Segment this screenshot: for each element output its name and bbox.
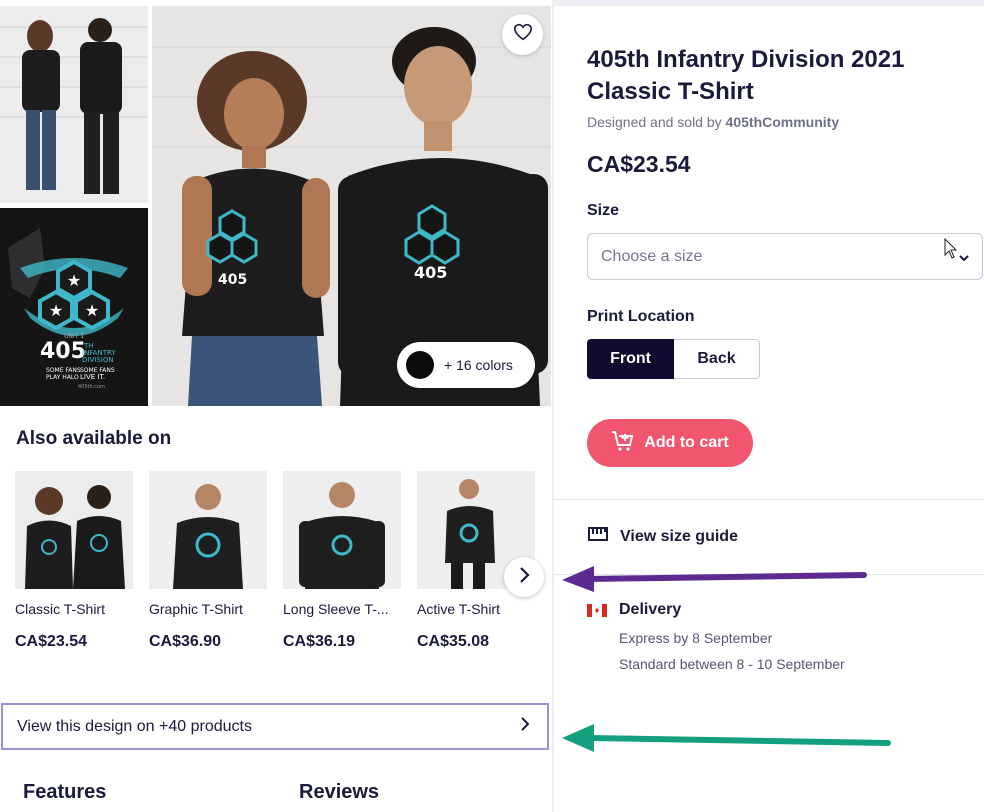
favorite-button[interactable]: [502, 14, 543, 55]
also-available-title: Also available on: [16, 428, 172, 449]
view-design-products-link[interactable]: View this design on +40 products: [1, 703, 549, 750]
divider: [554, 499, 984, 500]
view-design-label: View this design on +40 products: [17, 717, 252, 735]
delivery-express: Express by 8 September: [619, 630, 773, 646]
artist-link[interactable]: 405thCommunity: [726, 114, 840, 130]
design-site-text: 405th.com: [78, 384, 105, 390]
chevron-right-icon: [519, 716, 531, 737]
product-card-name: Long Sleeve T-...: [283, 601, 389, 617]
product-price: CA$23.54: [587, 151, 691, 177]
design-left-tag1: SOME FANS: [46, 367, 81, 374]
view-size-guide-link[interactable]: View size guide: [588, 526, 738, 547]
delivery-title: Delivery: [619, 601, 682, 618]
cart-plus-icon: [611, 430, 644, 457]
product-title: 405th Infantry Division 2021 Classic T-S…: [587, 46, 905, 105]
svg-text:★: ★: [49, 301, 63, 320]
design-big-number: 405: [40, 339, 86, 364]
chevron-down-icon: [958, 250, 970, 268]
svg-text:★: ★: [67, 271, 81, 290]
hero-design-number-man: 405: [414, 263, 447, 282]
product-card-image: [15, 471, 133, 589]
design-right-tag2: LIVE IT.: [80, 373, 105, 381]
thumbnail-design-print[interactable]: ★ ★ ★ UNIT 1 405 TH INFANTRY DIVISION SOME…: [0, 208, 148, 406]
features-heading[interactable]: Features: [23, 781, 106, 804]
print-location-label: Print Location: [587, 308, 695, 325]
product-card-image: [283, 471, 401, 589]
product-card[interactable]: Graphic T-Shirt CA$36.90: [149, 471, 267, 651]
mouse-cursor-icon: [944, 237, 958, 265]
product-card-price: CA$35.08: [417, 633, 490, 650]
size-label: Size: [587, 202, 620, 219]
colors-count-label: + 16 colors: [444, 357, 513, 373]
reviews-heading[interactable]: Reviews: [299, 781, 379, 804]
print-back-toggle[interactable]: Back: [674, 339, 760, 379]
add-to-cart-button[interactable]: Add to cart: [587, 419, 753, 467]
product-card[interactable]: Long Sleeve T-... CA$36.19: [283, 471, 401, 651]
ruler-icon: [588, 526, 620, 547]
heart-icon: [513, 23, 533, 46]
delivery-standard: Standard between 8 - 10 September: [619, 656, 845, 672]
size-select[interactable]: Choose a size: [587, 233, 983, 280]
selected-color-swatch: [406, 351, 434, 379]
size-placeholder: Choose a size: [601, 247, 703, 265]
purple-arrow: [562, 566, 867, 592]
size-guide-label: View size guide: [620, 527, 738, 545]
design-left-tag2: PLAY HALO: [46, 374, 79, 381]
svg-text:★: ★: [85, 301, 99, 320]
divider: [554, 574, 984, 575]
top-border: [554, 0, 984, 6]
product-card-price: CA$23.54: [15, 633, 88, 650]
print-front-toggle[interactable]: Front: [587, 339, 674, 379]
color-picker-pill[interactable]: + 16 colors: [397, 342, 535, 388]
product-card-name: Classic T-Shirt: [15, 601, 105, 617]
carousel-next-button[interactable]: [504, 557, 544, 597]
product-card[interactable]: Classic T-Shirt CA$23.54: [15, 471, 133, 651]
chevron-right-icon: [517, 566, 531, 589]
green-arrow: [562, 724, 891, 752]
column-divider: [552, 0, 554, 812]
thumbnail-back-view[interactable]: [0, 6, 148, 203]
product-card-name: Active T-Shirt: [417, 601, 500, 617]
sold-by-prefix: Designed and sold by: [587, 114, 726, 130]
product-card-image: [149, 471, 267, 589]
design-line2: DIVISION: [82, 356, 114, 364]
product-card-price: CA$36.19: [283, 633, 356, 650]
hero-design-number-woman: 405: [218, 272, 247, 288]
product-card-price: CA$36.90: [149, 633, 222, 650]
sold-by-line: Designed and sold by 405thCommunity: [587, 114, 839, 130]
canada-flag-icon: ♦: [587, 603, 607, 617]
add-to-cart-label: Add to cart: [644, 434, 729, 451]
product-card-name: Graphic T-Shirt: [149, 601, 243, 617]
delivery-heading: ♦ Delivery: [587, 601, 681, 619]
